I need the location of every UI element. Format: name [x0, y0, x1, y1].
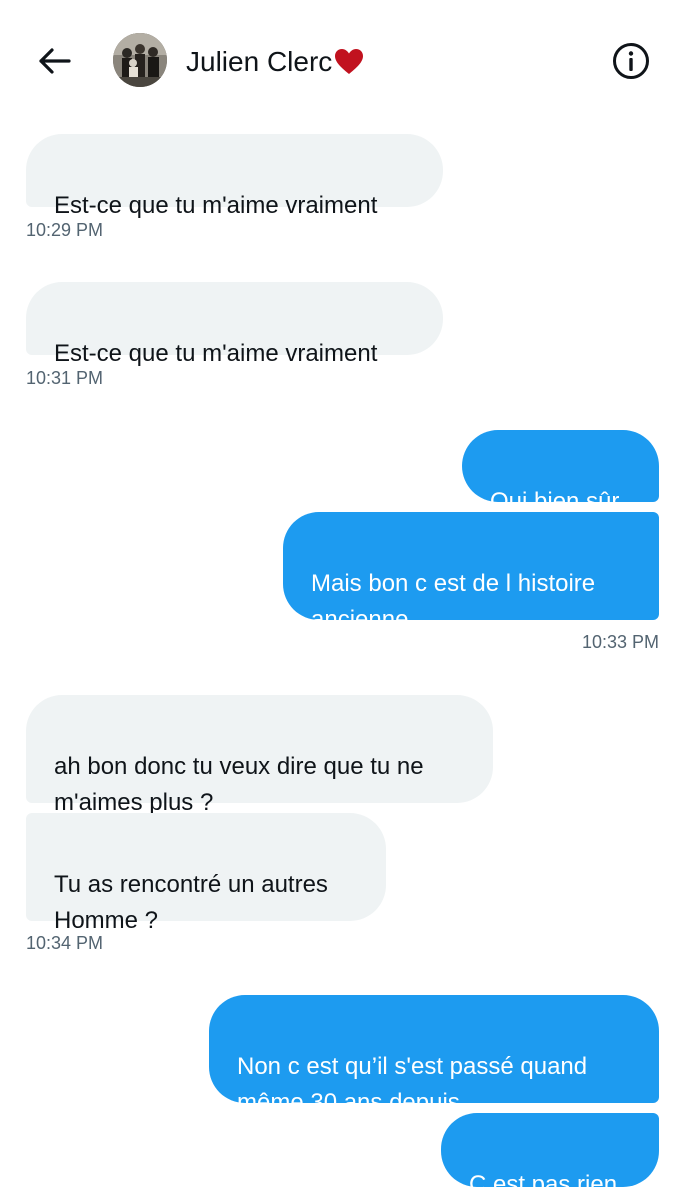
message-text: C est pas rien: [469, 1171, 618, 1198]
message-timestamp: 10:31 PM: [26, 368, 104, 388]
avatar[interactable]: [113, 33, 167, 87]
outgoing-message[interactable]: Oui bien sûr: [462, 430, 659, 515]
conversation-header: Julien Clerc: [0, 0, 686, 120]
incoming-message[interactable]: Est-ce que tu m'aime vraiment: [26, 282, 443, 367]
message-text: Est-ce que tu m'aime vraiment: [54, 340, 378, 367]
message-text: Non c est qu’il s'est passé quand même 3…: [237, 1053, 588, 1116]
message-text: Tu as rencontré un autres Homme ?: [54, 871, 328, 934]
heart-icon: [335, 49, 364, 74]
incoming-message[interactable]: Est-ce que tu m'aime vraiment: [26, 134, 443, 219]
back-button[interactable]: [34, 40, 76, 82]
outgoing-message[interactable]: Non c est qu’il s'est passé quand même 3…: [209, 995, 659, 1116]
message-text: Oui bien sûr: [490, 488, 620, 515]
message-timestamp: 10:29 PM: [26, 220, 104, 240]
message-text: ah bon donc tu veux dire que tu ne m'aim…: [54, 753, 424, 816]
message-timestamp: 10:34 PM: [26, 933, 104, 953]
incoming-message[interactable]: ah bon donc tu veux dire que tu ne m'aim…: [26, 695, 493, 816]
info-icon: [613, 43, 649, 79]
arrow-left-icon: [39, 48, 71, 74]
incoming-message[interactable]: Tu as rencontré un autres Homme ?: [26, 813, 386, 934]
outgoing-message[interactable]: Mais bon c est de l histoire ancienne: [283, 512, 659, 633]
message-timestamp: 10:33 PM: [581, 632, 659, 652]
contact-name[interactable]: Julien Clerc: [186, 42, 364, 82]
contact-name-text: Julien Clerc: [186, 46, 333, 77]
info-button[interactable]: [610, 40, 652, 82]
message-text: Mais bon c est de l histoire ancienne: [311, 570, 596, 633]
outgoing-message[interactable]: C est pas rien: [441, 1113, 659, 1198]
avatar-photo: [113, 33, 167, 87]
message-text: Est-ce que tu m'aime vraiment: [54, 192, 378, 219]
